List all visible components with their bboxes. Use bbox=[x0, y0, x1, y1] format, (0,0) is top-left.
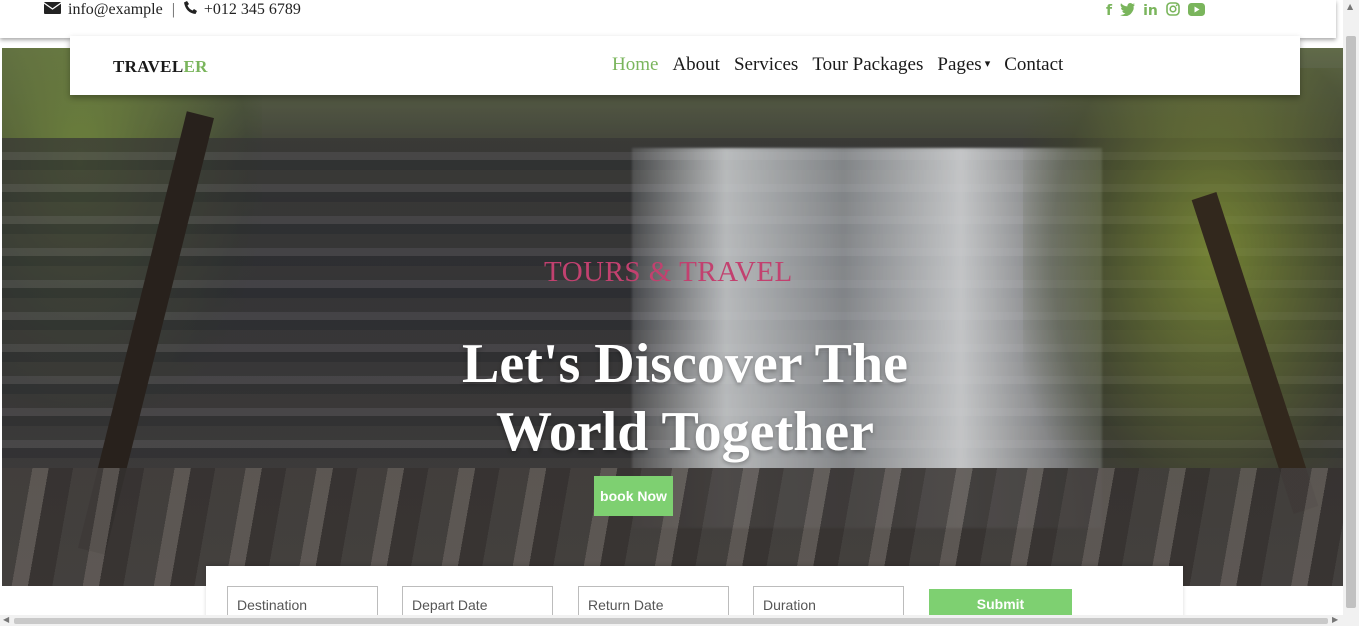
phone-number[interactable]: +012 345 6789 bbox=[204, 1, 301, 19]
youtube-icon[interactable] bbox=[1187, 2, 1205, 20]
twitter-icon[interactable] bbox=[1120, 2, 1136, 20]
hero-kicker: TOURS & TRAVEL bbox=[544, 256, 793, 288]
horizontal-scrollbar-thumb[interactable] bbox=[14, 618, 1328, 624]
instagram-icon[interactable] bbox=[1166, 2, 1180, 20]
brand-part-2: ER bbox=[183, 57, 208, 76]
vertical-scrollbar[interactable]: ▲ bbox=[1343, 0, 1359, 626]
scroll-left-icon[interactable]: ◀ bbox=[3, 615, 9, 624]
brand-part-1: TRAVEL bbox=[113, 57, 184, 76]
nav-item-pages[interactable]: Pages ▾ bbox=[937, 54, 990, 76]
nav-item-about[interactable]: About bbox=[672, 54, 720, 76]
contact-info: info@example | +012 345 6789 bbox=[43, 1, 301, 19]
phone-icon bbox=[183, 1, 197, 19]
scroll-up-icon[interactable]: ▲ bbox=[1347, 2, 1353, 11]
nav-menu: Home About Services Tour Packages Pages ▾… bbox=[612, 54, 1063, 76]
facebook-icon[interactable]: f bbox=[1106, 3, 1112, 19]
horizontal-scrollbar[interactable]: ◀ ▶ bbox=[0, 615, 1343, 626]
hero-headline: Let's Discover The World Together bbox=[462, 333, 908, 463]
nav-item-contact[interactable]: Contact bbox=[1004, 54, 1063, 76]
social-links: f in bbox=[1106, 2, 1205, 20]
brand-logo[interactable]: TRAVELER bbox=[113, 57, 208, 77]
nav-item-services[interactable]: Services bbox=[734, 54, 798, 76]
linkedin-icon[interactable]: in bbox=[1143, 3, 1158, 19]
separator: | bbox=[171, 1, 175, 18]
nav-item-tour-packages[interactable]: Tour Packages bbox=[812, 54, 923, 76]
envelope-icon bbox=[43, 1, 62, 19]
vertical-scrollbar-thumb[interactable] bbox=[1346, 36, 1356, 608]
scroll-right-icon[interactable]: ▶ bbox=[1332, 615, 1338, 624]
nav-item-home[interactable]: Home bbox=[612, 54, 658, 76]
nav-item-pages-label: Pages bbox=[937, 54, 982, 75]
chevron-down-icon: ▾ bbox=[984, 57, 991, 70]
book-now-button[interactable]: book Now bbox=[594, 476, 673, 516]
main-navbar: TRAVELER Home About Services Tour Packag… bbox=[70, 36, 1300, 95]
top-info-bar: info@example | +012 345 6789 f in bbox=[0, 0, 1336, 38]
email-link[interactable]: info@example bbox=[68, 1, 163, 19]
